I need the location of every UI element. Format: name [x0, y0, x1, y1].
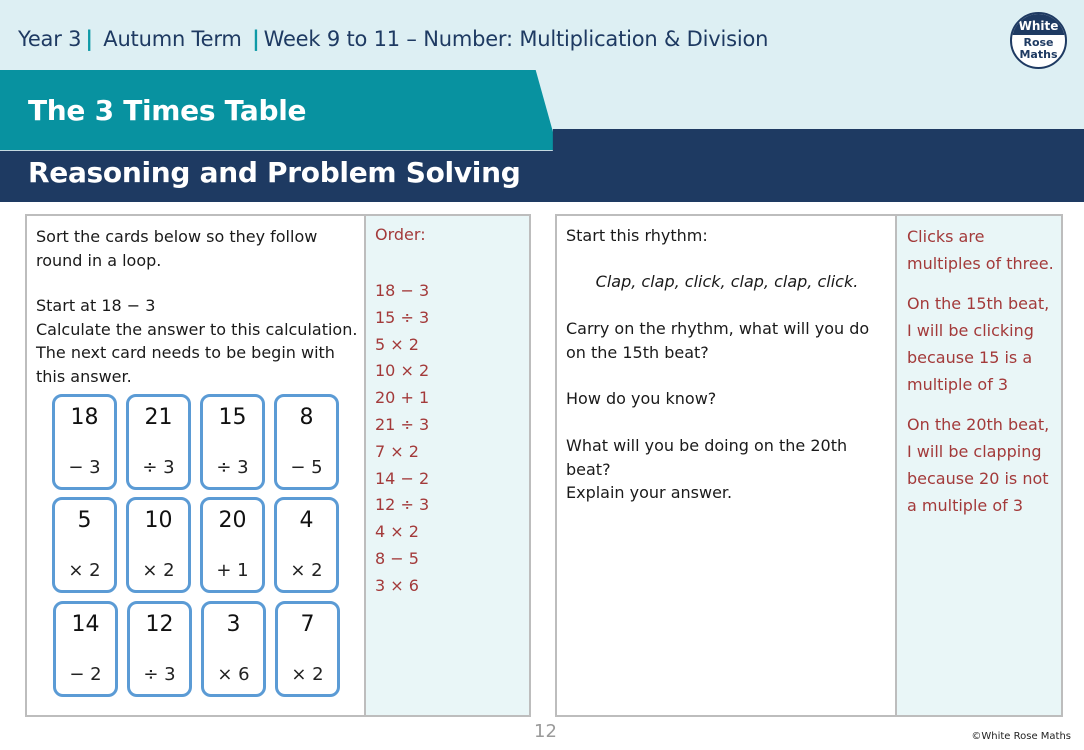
order-item: 18 − 3: [375, 281, 430, 300]
answer-area: Clicks are multiples of three. On the 15…: [895, 216, 1061, 715]
question-how-know: How do you know?: [566, 389, 717, 408]
card-number: 21: [144, 405, 173, 430]
answer-15th-beat: On the 15th beat, I will be clicking bec…: [907, 294, 1050, 394]
card-number: 12: [145, 612, 174, 637]
card-operation: ÷ 3: [142, 457, 175, 478]
card-number: 15: [218, 405, 247, 430]
breadcrumb-separator: |: [85, 27, 93, 51]
instruction-sort-cards: Sort the cards below so they follow roun…: [36, 227, 318, 270]
order-list: 18 − 3 15 ÷ 3 5 × 2 10 × 2 20 + 1 21 ÷ 3…: [375, 278, 429, 600]
order-item: 21 ÷ 3: [375, 414, 430, 434]
number-card[interactable]: 18 − 3: [52, 394, 117, 490]
card-operation: × 2: [142, 560, 175, 581]
order-item: 20 + 1: [375, 388, 430, 408]
card-operation: ÷ 3: [143, 664, 176, 685]
order-item: 3 × 6: [375, 575, 419, 595]
instruction-start: Start at 18 − 3 Calculate the answer to …: [36, 294, 361, 388]
rhythm-intro: Start this rhythm:: [566, 226, 708, 245]
order-label: Order:: [375, 225, 426, 244]
number-card[interactable]: 21 ÷ 3: [126, 394, 191, 490]
card-number: 10: [144, 508, 173, 533]
card-number: 14: [71, 612, 100, 637]
breadcrumb-separator: |: [252, 27, 260, 51]
copyright-notice: ©White Rose Maths: [971, 731, 1071, 742]
question-20th-beat: What will you be doing on the 20th beat?: [566, 436, 848, 479]
card-operation: − 2: [69, 664, 102, 685]
instruction-start-line: Start at 18 − 3: [36, 296, 156, 315]
card-operation: − 3: [68, 457, 101, 478]
instruction-next-card-line: The next card needs to be begin with thi…: [36, 343, 335, 386]
card-operation: + 1: [216, 560, 249, 581]
number-card[interactable]: 4 × 2: [274, 497, 339, 593]
card-number: 5: [77, 508, 92, 533]
card-number: 8: [299, 405, 314, 430]
number-card[interactable]: 7 × 2: [275, 601, 340, 697]
question-area: Sort the cards below so they follow roun…: [27, 216, 366, 715]
page-subtitle: Reasoning and Problem Solving: [28, 156, 521, 189]
logo-line-rose: Rose: [1023, 36, 1054, 49]
number-card[interactable]: 5 × 2: [52, 497, 117, 593]
card-operation: ÷ 3: [216, 457, 249, 478]
question-explain: Explain your answer.: [566, 483, 733, 502]
card-operation: × 2: [68, 560, 101, 581]
order-item: 15 ÷ 3: [375, 307, 430, 327]
breadcrumb-year: Year 3: [18, 27, 82, 51]
answer-clicks-multiples: Clicks are multiples of three.: [907, 227, 1054, 273]
order-item: 14 − 2: [375, 468, 430, 488]
number-card[interactable]: 14 − 2: [53, 601, 118, 697]
card-number: 7: [300, 612, 315, 637]
answer-20th-beat: On the 20th beat, I will be clapping bec…: [907, 415, 1050, 515]
rhythm-pattern: Clap, clap, click, clap, clap, click.: [595, 272, 859, 291]
card-number: 4: [299, 508, 314, 533]
rhythm-task-panel: Start this rhythm: Clap, clap, click, cl…: [555, 214, 1063, 717]
number-card[interactable]: 20 + 1: [200, 497, 265, 593]
order-item: 10 × 2: [375, 361, 430, 381]
number-card[interactable]: 15 ÷ 3: [200, 394, 265, 490]
card-number: 3: [226, 612, 241, 637]
page-number: 12: [534, 721, 557, 742]
card-loop-task-panel: Sort the cards below so they follow roun…: [25, 214, 531, 717]
order-item: 8 − 5: [375, 548, 419, 568]
order-item: 4 × 2: [375, 522, 419, 542]
card-operation: × 2: [290, 560, 323, 581]
breadcrumb-term: Autumn Term: [103, 27, 242, 51]
question-area: Start this rhythm: Clap, clap, click, cl…: [557, 216, 897, 715]
breadcrumb: Year 3 | Autumn Term | Week 9 to 11 – Numb…: [18, 27, 768, 51]
card-operation: × 6: [217, 664, 250, 685]
card-number: 18: [70, 405, 99, 430]
answer-area: Order: 18 − 3 15 ÷ 3 5 × 2 10 × 2 20 + 1…: [364, 216, 529, 715]
logo-line-maths: Maths: [1019, 48, 1058, 61]
instruction-calculate-line: Calculate the answer to this calculation…: [36, 319, 358, 339]
number-card[interactable]: 12 ÷ 3: [127, 601, 192, 697]
white-rose-maths-logo: White Rose Maths: [1010, 12, 1067, 69]
order-item: 7 × 2: [375, 441, 419, 461]
card-number: 20: [218, 508, 247, 533]
card-operation: − 5: [290, 457, 323, 478]
card-operation: × 2: [291, 664, 324, 685]
number-card[interactable]: 10 × 2: [126, 497, 191, 593]
order-item: 12 ÷ 3: [375, 495, 430, 515]
breadcrumb-unit: Week 9 to 11 – Number: Multiplication & …: [263, 27, 769, 51]
number-card[interactable]: 8 − 5: [274, 394, 339, 490]
page-title: The 3 Times Table: [28, 94, 307, 127]
question-15th-beat: Carry on the rhythm, what will you do on…: [566, 319, 870, 362]
number-card[interactable]: 3 × 6: [201, 601, 266, 697]
order-item: 5 × 2: [375, 334, 419, 354]
